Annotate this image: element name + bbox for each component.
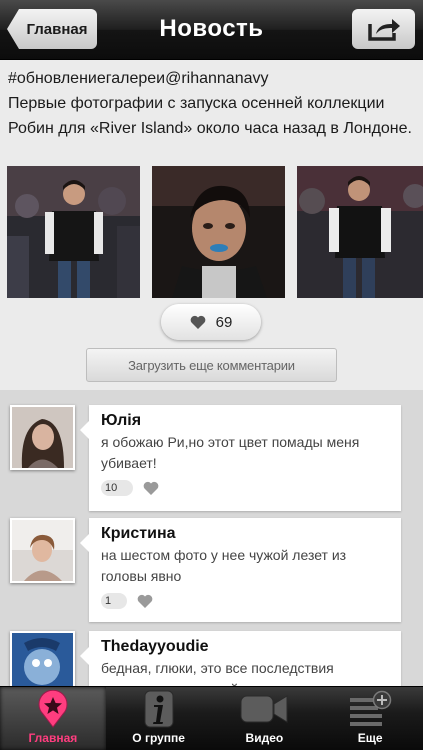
- comment-meta: 10: [101, 480, 389, 496]
- back-button[interactable]: Главная: [7, 9, 97, 49]
- star-pin-icon: [38, 690, 68, 728]
- post-like-button[interactable]: 69: [161, 304, 261, 340]
- tab-home-label: Главная: [28, 731, 78, 745]
- comment-bubble: Кристина на шестом фото у нее чужой лезе…: [80, 518, 401, 622]
- comment-bubble: Thedayyoudie бедная, глюки, это все посл…: [80, 631, 401, 697]
- back-button-label: Главная: [26, 20, 88, 38]
- comment-bubble: Юлія я обожаю Ри,но этот цвет помады мен…: [80, 405, 401, 511]
- heart-icon[interactable]: [143, 481, 159, 495]
- post-like-count: 69: [215, 313, 233, 331]
- nav-bar: Главная Новость: [0, 0, 423, 60]
- page-title: Новость: [159, 15, 264, 42]
- video-camera-icon: [240, 695, 288, 723]
- tab-video[interactable]: Видео: [212, 687, 318, 750]
- post-hashtag: #обновлениегалереи@rihannanavy: [8, 70, 269, 87]
- avatar[interactable]: [10, 518, 75, 583]
- gallery-photo[interactable]: [152, 166, 285, 298]
- photo-gallery: [0, 166, 423, 300]
- app-screen: Главная Новость #обновлениегалереи@rihan…: [0, 0, 423, 750]
- comment-like-count: 10: [101, 480, 134, 496]
- share-icon: [367, 19, 400, 41]
- comment-author[interactable]: Кристина: [101, 523, 389, 545]
- heart-icon: [190, 315, 206, 329]
- avatar[interactable]: [10, 405, 75, 470]
- tab-home[interactable]: Главная: [0, 687, 106, 750]
- info-icon: [144, 690, 174, 728]
- comment-author[interactable]: Thedayyoudie: [101, 636, 389, 658]
- post-text: Первые фотографии с запуска осенней колл…: [8, 95, 412, 137]
- comment-text: я обожаю Ри,но этот цвет помады меня уби…: [101, 434, 360, 471]
- tab-about[interactable]: О группе: [106, 687, 212, 750]
- post-body: #обновлениегалереи@rihannanavy Первые фо…: [0, 60, 423, 141]
- tab-more[interactable]: Еще: [317, 687, 423, 750]
- gallery-photo[interactable]: [297, 166, 423, 298]
- tab-more-label: Еще: [357, 731, 383, 745]
- load-more-comments-button[interactable]: Загрузить еще комментарии: [86, 348, 337, 382]
- news-post: #обновлениегалереи@rihannanavy Первые фо…: [0, 60, 423, 390]
- load-more-label: Загрузить еще комментарии: [128, 357, 295, 373]
- comment-meta: 1: [101, 593, 389, 609]
- tab-video-label: Видео: [245, 731, 284, 745]
- comment-text: на шестом фото у нее чужой лезет из голо…: [101, 547, 347, 584]
- tab-about-label: О группе: [132, 731, 185, 745]
- heart-icon[interactable]: [137, 594, 153, 608]
- comment-like-count: 1: [101, 593, 128, 609]
- tab-bar: Главная О группе Видео Еще: [0, 686, 423, 750]
- gallery-photo[interactable]: [7, 166, 140, 298]
- share-button[interactable]: [352, 9, 415, 49]
- more-list-icon: [350, 690, 392, 726]
- comment-author[interactable]: Юлія: [101, 410, 389, 432]
